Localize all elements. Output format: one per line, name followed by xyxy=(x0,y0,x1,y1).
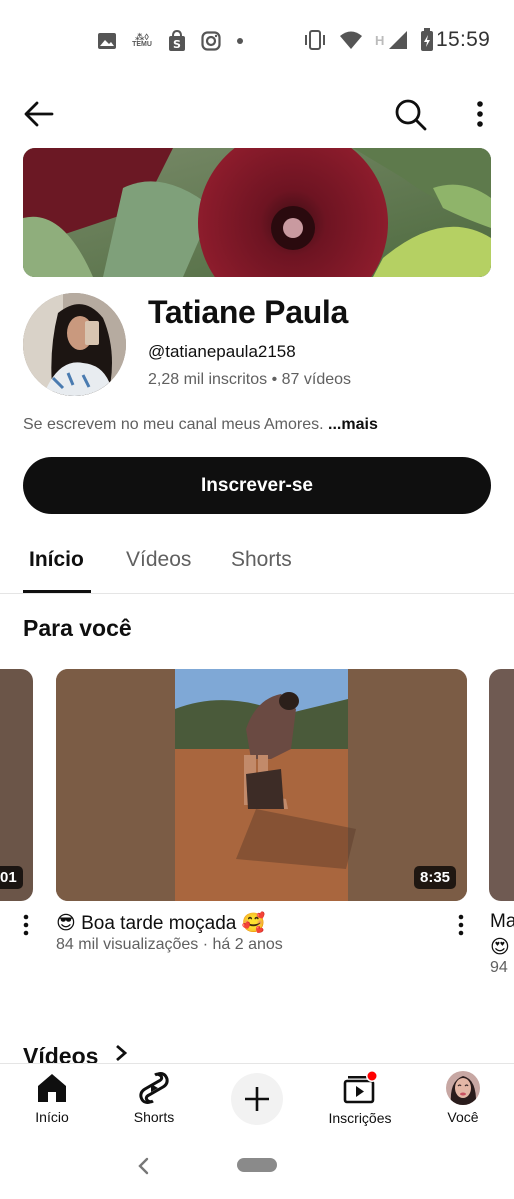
avatar-photo xyxy=(23,293,126,396)
channel-handle: @tatianepaula2158 xyxy=(148,342,296,361)
more-vertical-icon xyxy=(477,101,483,127)
nav-item-subscriptions[interactable]: Inscrições xyxy=(325,1064,395,1138)
nav-item-shorts[interactable]: Shorts xyxy=(124,1064,184,1138)
video-meta-partial: 94 xyxy=(490,959,508,976)
home-icon xyxy=(38,1074,66,1102)
temu-icon: ⁂◊ TEMU xyxy=(132,32,152,49)
nav-item-home[interactable]: Início xyxy=(22,1064,82,1138)
app-bar xyxy=(0,88,514,140)
system-navigation-bar xyxy=(0,1137,514,1199)
status-system-icons: H xyxy=(303,28,434,52)
more-description-link[interactable]: ...mais xyxy=(328,416,378,433)
bottom-navigation: Início Shorts Inscrições Você xyxy=(0,1063,514,1137)
more-vertical-icon xyxy=(458,914,464,936)
shorts-icon xyxy=(139,1072,169,1104)
video-thumbnail[interactable]: 8:35 xyxy=(56,669,467,901)
image-icon xyxy=(98,33,116,49)
channel-banner xyxy=(23,148,491,277)
subscribe-button[interactable]: Inscrever-se xyxy=(23,457,491,514)
nav-item-you[interactable]: Você xyxy=(433,1064,493,1138)
search-icon xyxy=(395,99,427,131)
status-bar: ⁂◊ TEMU S H 15:59 xyxy=(0,0,514,80)
channel-stats: 2,28 mil inscritos • 87 vídeos xyxy=(148,371,352,388)
video-title[interactable]: 😎 Boa tarde moçada 🥰 xyxy=(56,911,265,935)
create-button[interactable] xyxy=(231,1073,283,1125)
status-notification-icons: ⁂◊ TEMU S xyxy=(97,30,245,52)
search-button[interactable] xyxy=(392,96,428,132)
channel-name: Tatiane Paula xyxy=(148,294,349,330)
channel-description[interactable]: Se escrevem no meu canal meus Amores. ..… xyxy=(23,416,378,434)
system-home-pill[interactable] xyxy=(237,1158,277,1172)
video-thumbnail-partial-left[interactable]: 01 xyxy=(0,669,33,901)
more-options-button[interactable] xyxy=(468,98,492,130)
video-thumbnail-partial-right[interactable] xyxy=(489,669,514,901)
dot-icon xyxy=(237,38,243,44)
video-options-button[interactable] xyxy=(18,912,34,938)
vibrate-icon xyxy=(305,30,325,50)
svg-text:S: S xyxy=(173,38,181,51)
signal-icon xyxy=(389,31,408,49)
nav-label-home: Início xyxy=(35,1109,69,1125)
video-title-partial-emoji: 😍 xyxy=(490,937,510,958)
duration-badge: 01 xyxy=(0,866,23,889)
channel-avatar[interactable] xyxy=(23,293,126,396)
nav-label-subscriptions: Inscrições xyxy=(328,1110,392,1126)
instagram-icon xyxy=(201,31,221,51)
section-title-for-you: Para você xyxy=(23,615,132,641)
video-thumbnail-image xyxy=(56,669,467,901)
create-plus-icon xyxy=(245,1087,269,1111)
channel-tabs: Início Vídeos Shorts xyxy=(0,535,514,594)
more-vertical-icon xyxy=(23,914,29,936)
subscriptions-icon xyxy=(343,1070,378,1104)
section-title-videos[interactable]: Vídeos xyxy=(23,1042,129,1064)
arrow-back-icon xyxy=(24,101,54,127)
video-title-partial[interactable]: Ma xyxy=(490,911,514,933)
duration-badge: 8:35 xyxy=(414,866,457,889)
system-back-icon[interactable] xyxy=(136,1155,152,1177)
nav-label-shorts: Shorts xyxy=(133,1109,175,1125)
banner-image xyxy=(23,148,491,277)
active-tab-indicator xyxy=(23,590,91,593)
h-network-icon: H xyxy=(375,32,385,48)
channel-description-text: Se escrevem no meu canal meus Amores. xyxy=(23,416,329,433)
avatar xyxy=(446,1071,480,1105)
battery-icon xyxy=(421,28,434,51)
notification-dot xyxy=(367,1071,377,1081)
video-meta: 84 mil visualizações · há 2 anos xyxy=(56,936,283,953)
tab-inicio[interactable]: Início xyxy=(29,548,84,572)
status-time: 15:59 xyxy=(436,28,491,51)
video-options-button[interactable] xyxy=(453,912,469,938)
chevron-right-icon xyxy=(115,1044,127,1062)
wifi-icon xyxy=(340,31,362,49)
nav-label-you: Você xyxy=(447,1109,479,1125)
shopee-icon: S xyxy=(169,30,185,51)
section-title-videos-label: Vídeos xyxy=(23,1043,99,1064)
back-button[interactable] xyxy=(22,98,58,130)
tab-shorts[interactable]: Shorts xyxy=(231,548,292,572)
tab-videos[interactable]: Vídeos xyxy=(126,548,191,572)
